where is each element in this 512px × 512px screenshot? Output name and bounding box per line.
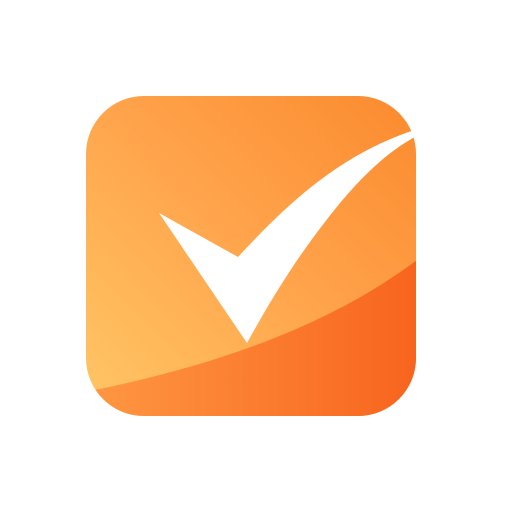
app-icon-canvas (0, 0, 512, 512)
checkbox-check-icon (86, 96, 492, 416)
